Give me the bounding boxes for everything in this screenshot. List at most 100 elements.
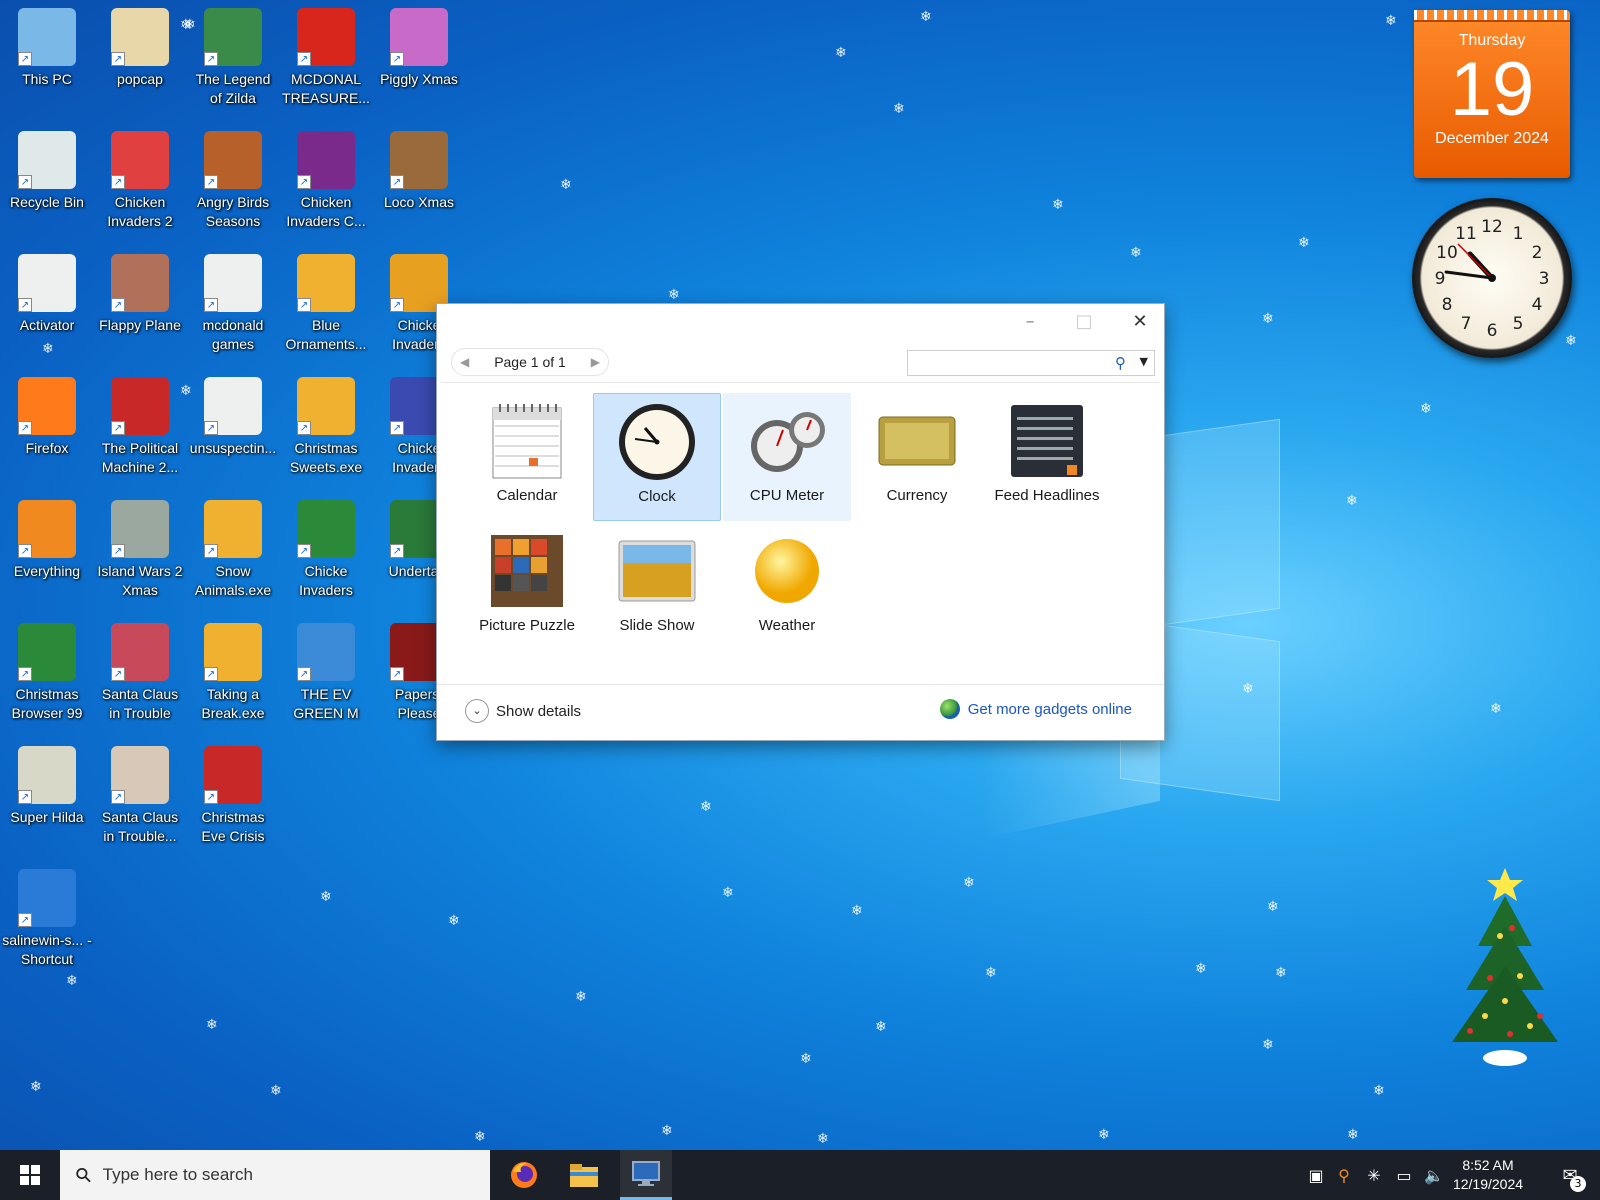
desktop-icon[interactable]: ↗ THE EV GREEN M [281,619,371,729]
svg-text:2: 2 [1532,243,1543,263]
svg-text:8: 8 [1442,295,1453,315]
desktop-icon-label: Christmas Sweets.exe [289,440,363,475]
desktop-icon[interactable]: ↗ Chicke Invaders [281,496,371,606]
snowflake-icon: ❄ [1347,1127,1359,1143]
desktop-icon[interactable]: ↗ Taking a Break.exe [188,619,278,729]
snowflake-icon: ❄ [851,903,863,919]
desktop-icon[interactable]: ↗ Recycle Bin [2,127,92,237]
network-app-tray-icon[interactable]: ▣ [1302,1150,1330,1200]
search-icon[interactable]: ⚲ [1115,354,1126,372]
desktop-icon-label: Activator [19,317,75,333]
dropdown-arrow-icon[interactable]: ▼ [1140,355,1148,368]
desktop-icon[interactable]: ↗ Snow Animals.exe [188,496,278,606]
shortcut-arrow-icon: ↗ [204,175,218,189]
setup-icon: ↗ [204,623,262,681]
desktop-icon[interactable]: ↗ Christmas Eve Crisis [188,742,278,852]
computer-icon: ↗ [18,8,76,66]
santa-icon: ↗ [111,623,169,681]
desktop-icon[interactable]: ↗ Angry Birds Seasons [188,127,278,237]
desktop-icon[interactable]: ↗ The Legend of Zilda [188,4,278,114]
gadget-tile[interactable]: Feed Headlines [983,393,1111,521]
shortcut-arrow-icon: ↗ [297,52,311,66]
desktop-icon[interactable]: ↗ Blue Ornaments... [281,250,371,360]
setup-icon: ↗ [204,500,262,558]
desktop-icon[interactable]: ↗ Christmas Browser 99 [2,619,92,729]
close-button[interactable]: ✕ [1117,304,1163,342]
calendar-icon [487,401,567,481]
maximize-button[interactable]: □ [1061,304,1107,342]
desktop-icon[interactable]: ↗ Loco Xmas [374,127,464,237]
desktop-icon[interactable]: ↗ This PC [2,4,92,114]
desktop-icon[interactable]: ↗ MCDONAL TREASURE... [281,4,371,114]
start-button[interactable] [0,1150,60,1200]
desktop-icon[interactable]: ↗ Firefox [2,373,92,483]
desktop-icon-label: Angry Birds Seasons [196,194,270,229]
clock-gadget[interactable]: 12 1 2 345 678 9 10 11 [1412,198,1572,358]
desktop-icon[interactable]: ↗ Flappy Plane [95,250,185,360]
gadget-tile[interactable]: Clock [593,393,721,521]
minimize-button[interactable]: – [1007,304,1053,342]
snowflake-icon: ❄ [700,799,712,815]
gadget-search-input[interactable]: ⚲ ▼ [907,350,1155,376]
angry-birds-icon: ↗ [204,131,262,189]
gadget-tile[interactable]: Slide Show [593,523,721,651]
notification-center-button[interactable]: ✉ 3 [1548,1150,1592,1200]
snowflake-icon: ❄ [448,913,460,929]
desktop-icon-label: This PC [22,71,72,87]
svg-text:11: 11 [1455,224,1477,244]
svg-text:4: 4 [1532,295,1543,315]
game-icon: ↗ [111,254,169,312]
desktop-icon[interactable]: ↗ Island Wars 2 Xmas [95,496,185,606]
get-more-gadgets-link[interactable]: Get more gadgets online [939,699,1132,719]
desktop-icon[interactable]: ↗ Super Hilda [2,742,92,852]
sparkle-tray-icon[interactable]: ✳ [1360,1150,1388,1200]
gadget-label: Feed Headlines [994,487,1100,504]
taskbar-clock[interactable]: 8:52 AM 12/19/2024 [1446,1156,1530,1194]
desktop-icon[interactable]: ↗ mcdonald games [188,250,278,360]
desktop-icon-label: Super Hilda [10,809,84,825]
desktop-icon[interactable]: ↗ unsuspectin... [188,373,278,483]
snowflake-icon: ❄ [963,875,975,891]
taskbar-firefox[interactable] [498,1150,550,1200]
gadgets-window[interactable]: – □ ✕ ◀ Page 1 of 1 ▶ ⚲ ▼ Calendar Clock C… [437,304,1164,740]
gadget-tile[interactable]: Picture Puzzle [463,523,591,651]
everything-tray-icon[interactable]: ⚲ [1330,1150,1358,1200]
desktop-icon[interactable]: ↗ popcap [95,4,185,114]
desktop-icon[interactable]: ↗ Chicken Invaders C... [281,127,371,237]
desktop-icon[interactable]: ↗ Christmas Sweets.exe [281,373,371,483]
snowflake-icon: ❄ [1490,701,1502,717]
desktop-icon[interactable]: ↗ Piggly Xmas [374,4,464,114]
desktop-icon[interactable]: ↗ The Political Machine 2... [95,373,185,483]
game-icon: ↗ [390,8,448,66]
desktop-icon[interactable]: ↗ salinewin-s... - Shortcut [2,865,92,975]
shortcut-arrow-icon: ↗ [18,298,32,312]
gadget-tile[interactable]: CPU Meter [723,393,851,521]
gadget-tile[interactable]: Currency [853,393,981,521]
shortcut-arrow-icon: ↗ [111,667,125,681]
desktop-icon[interactable]: ↗ Everything [2,496,92,606]
magnifier-icon: ↗ [18,500,76,558]
next-page-icon[interactable]: ▶ [591,355,600,369]
snowflake-icon: ❄ [1373,1083,1385,1099]
network-icon[interactable]: ▭ [1390,1150,1418,1200]
title-bar[interactable]: – □ ✕ [437,304,1164,342]
gadget-tile[interactable]: Weather [723,523,851,651]
calendar-gadget[interactable]: Thursday 19 December 2024 [1414,10,1570,178]
desktop-icon[interactable]: ↗ Santa Claus in Trouble... [95,742,185,852]
desktop-icon[interactable]: ↗ Activator [2,250,92,360]
show-details-button[interactable]: ⌄ Show details [465,699,581,723]
chicken-icon: ↗ [297,500,355,558]
taskbar-file-explorer[interactable] [558,1150,610,1200]
gadget-tile[interactable]: Calendar [463,393,591,521]
snowflake-icon: ❄ [1346,493,1358,509]
shortcut-arrow-icon: ↗ [297,421,311,435]
taskbar-gadgets[interactable] [620,1150,672,1200]
snowflake-icon: ❄ [920,9,932,25]
taskbar-search-box[interactable]: ⚲ Type here to search [60,1150,490,1200]
snowflake-icon: ❄ [1195,961,1207,977]
desktop-icon[interactable]: ↗ Chicken Invaders 2 [95,127,185,237]
desktop-icon[interactable]: ↗ Santa Claus in Trouble [95,619,185,729]
volume-muted-icon[interactable]: 🔈 [1420,1150,1448,1200]
previous-page-icon[interactable]: ◀ [460,355,469,369]
christmas-tree-icon: ↗ [18,623,76,681]
